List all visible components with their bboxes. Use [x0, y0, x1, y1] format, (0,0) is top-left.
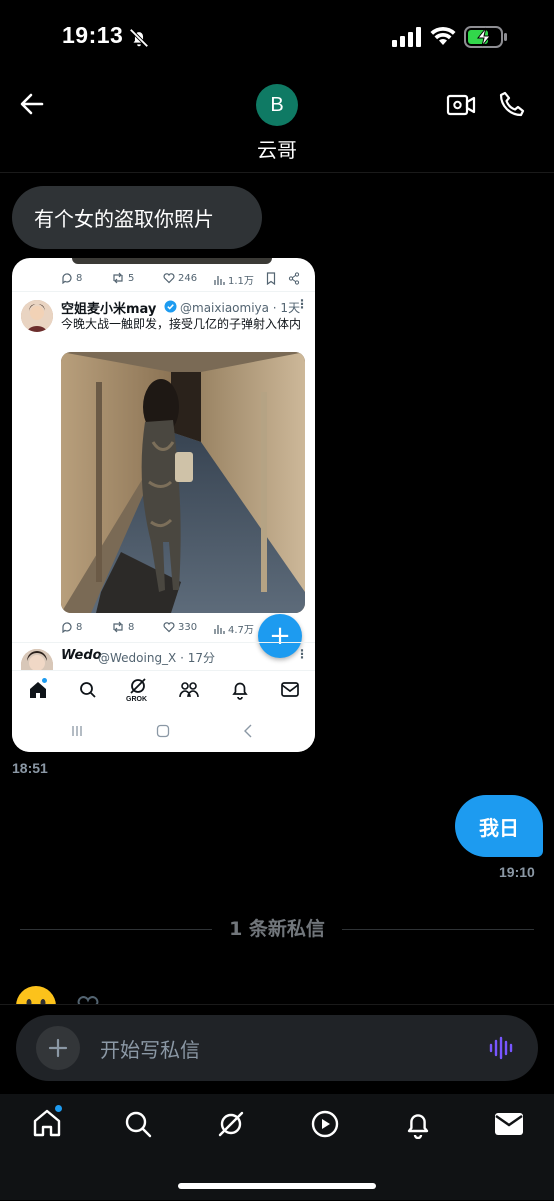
- reply-count: 8: [61, 621, 82, 633]
- views-icon: [214, 275, 225, 285]
- prev-reply-count: 8: [61, 272, 82, 284]
- battery-charging-icon: [464, 26, 507, 48]
- message-composer[interactable]: [16, 1015, 538, 1081]
- header-divider: [0, 172, 554, 173]
- tweet-author-avatar: [21, 300, 53, 332]
- screenshot-nav-bar: GROK: [12, 670, 315, 711]
- tweet-photo: [61, 352, 305, 613]
- like-count: 330: [163, 621, 197, 633]
- heart-icon: [163, 273, 175, 284]
- incoming-message-bubble[interactable]: 有个女的盗取你照片: [12, 186, 262, 249]
- notifications-icon[interactable]: [403, 1109, 433, 1139]
- back-arrow-icon[interactable]: [18, 90, 46, 118]
- notification-dot: [55, 1105, 62, 1112]
- signal-icon: [392, 27, 421, 47]
- recent-apps-icon: [72, 726, 82, 736]
- next-tweet-handle: @Wedoing_X · 17分: [98, 651, 215, 665]
- search-icon: [80, 682, 96, 698]
- home-indicator[interactable]: [178, 1183, 376, 1189]
- prev-repost-count: 5: [111, 272, 134, 284]
- verified-badge-icon: [164, 300, 177, 313]
- add-attachment-button[interactable]: [36, 1026, 80, 1070]
- mail-icon: [281, 682, 299, 697]
- grok-icon[interactable]: [216, 1109, 246, 1139]
- communities-icon: [179, 682, 199, 698]
- avatar[interactable]: B: [256, 84, 298, 126]
- android-nav-bar: [12, 710, 315, 752]
- more-options-icon: ⋮: [296, 297, 308, 311]
- android-back-icon: [244, 724, 252, 738]
- incoming-timestamp: 18:51: [12, 760, 48, 776]
- new-messages-separator: 1 条新私信: [229, 918, 325, 940]
- contact-name[interactable]: 云哥: [0, 134, 554, 163]
- reply-icon: [62, 622, 72, 633]
- phone-icon[interactable]: [498, 90, 526, 118]
- home-icon: [30, 682, 46, 698]
- repost-icon: [113, 621, 123, 633]
- tweet-author-handle: @maixiaomiya · 1天: [180, 301, 301, 315]
- mail-icon[interactable]: [494, 1111, 524, 1137]
- tweet-divider: [12, 642, 315, 643]
- play-icon[interactable]: [310, 1109, 340, 1139]
- outgoing-timestamp: 19:10: [499, 864, 535, 880]
- search-icon[interactable]: [124, 1110, 152, 1138]
- view-count: 4.7万: [213, 621, 254, 636]
- voice-wave-icon[interactable]: [488, 1036, 516, 1060]
- grok-icon: [130, 678, 146, 694]
- repost-count: 8: [111, 621, 134, 633]
- more-options-icon: ⋮: [296, 647, 308, 661]
- status-time: 19:13: [62, 22, 124, 48]
- android-home-icon: [156, 724, 170, 738]
- notifications-icon: [232, 682, 248, 700]
- repost-icon: [113, 272, 123, 284]
- notification-dot: [42, 678, 47, 683]
- previous-image-edge: [72, 258, 272, 264]
- image-attachment[interactable]: 8 5 246 1.1万 空姐麦小米may @maixiaomiya · 1天 …: [12, 258, 315, 752]
- outgoing-message-bubble[interactable]: 我日: [455, 795, 543, 857]
- prev-like-count: 246: [163, 272, 197, 284]
- next-tweet-name: Wedo: [61, 648, 102, 663]
- reply-icon: [62, 273, 72, 284]
- message-input[interactable]: 开始写私信: [100, 1034, 200, 1063]
- bell-off-icon: [129, 28, 149, 48]
- bookmark-icon: [266, 272, 276, 285]
- share-icon: [288, 272, 300, 285]
- home-icon[interactable]: [32, 1108, 62, 1138]
- wifi-icon: [430, 26, 456, 45]
- tweet-text: 今晚大战一触即发，接受几亿的子弹射入体内: [61, 317, 302, 331]
- video-call-icon[interactable]: [446, 92, 476, 118]
- tweet-divider: [12, 291, 315, 292]
- heart-icon: [163, 622, 175, 633]
- prev-view-count: 1.1万: [213, 272, 254, 287]
- grok-label: GROK: [126, 696, 147, 703]
- next-tweet-avatar: [21, 649, 53, 671]
- plus-icon: [48, 1038, 68, 1058]
- tweet-author-name: 空姐麦小米may: [61, 302, 157, 317]
- views-icon: [214, 624, 225, 634]
